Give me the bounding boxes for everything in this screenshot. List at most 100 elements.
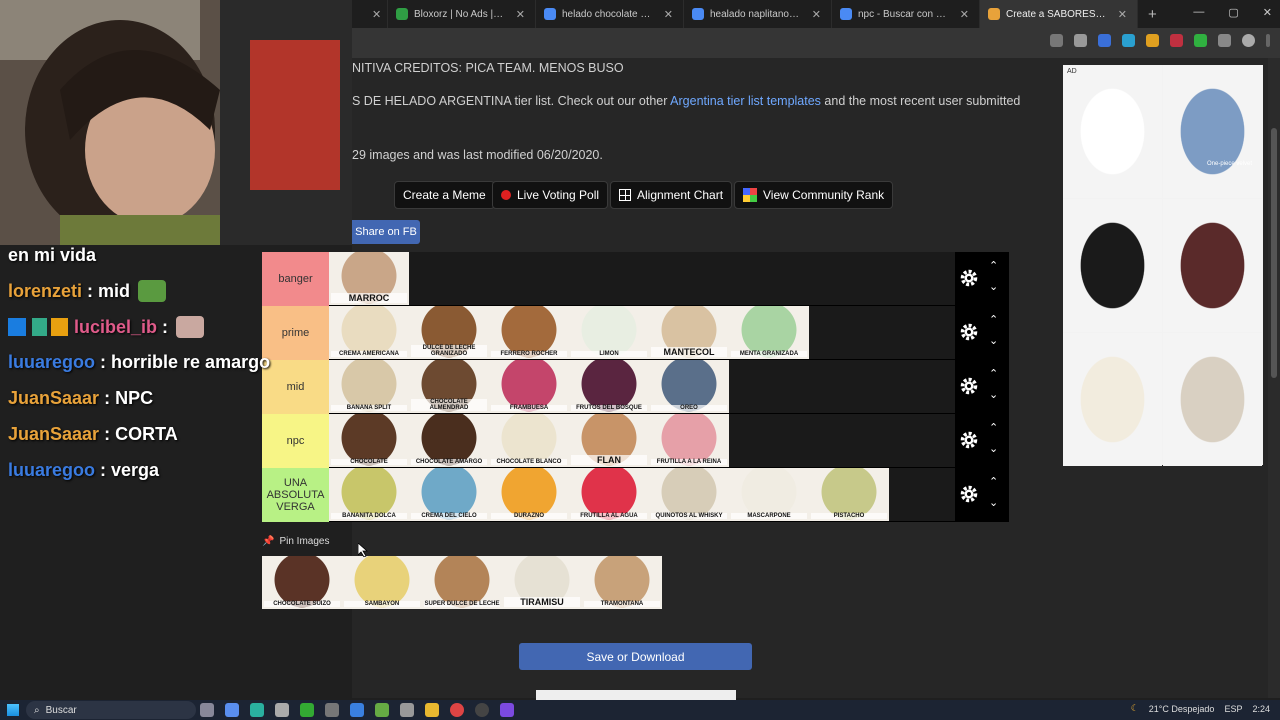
ice-cream-image[interactable]: MENTA GRANIZADA <box>729 306 809 359</box>
ice-cream-image[interactable]: QUINOTOS AL WHISKY <box>649 468 729 521</box>
menu-icon[interactable] <box>1266 34 1270 47</box>
maximize-button[interactable]: ▢ <box>1228 6 1238 19</box>
ice-cream-image[interactable]: FRAMBUESA <box>489 360 569 413</box>
extension-icon[interactable] <box>1122 34 1135 47</box>
ice-cream-image[interactable]: DULCE DE LECHE GRANIZADO <box>409 306 489 359</box>
app-icon[interactable] <box>350 703 364 717</box>
ice-cream-image[interactable]: CHOCOLATE AMARGO <box>409 414 489 467</box>
view-community-rank-button[interactable]: View Community Rank <box>734 181 894 209</box>
ice-cream-image[interactable]: FRUTOS DEL BOSQUE <box>569 360 649 413</box>
settings-gear-icon[interactable] <box>959 484 979 504</box>
app-icon[interactable] <box>275 703 289 717</box>
ice-cream-image[interactable]: CREMA DEL CIELO <box>409 468 489 521</box>
ice-cream-image[interactable]: FERRERO ROCHER <box>489 306 569 359</box>
bottom-ad-banner[interactable] <box>536 690 736 700</box>
tier-items[interactable]: MARROC <box>329 252 955 305</box>
tier-items[interactable]: CREMA AMERICANA DULCE DE LECHE GRANIZADO F… <box>329 306 955 359</box>
tier-label[interactable]: prime <box>262 306 329 360</box>
browser-tab[interactable]: npc - Buscar con Google ✕ <box>832 0 980 28</box>
tab-close-icon[interactable]: ✕ <box>1118 8 1127 21</box>
ice-cream-image[interactable]: CREMA AMERICANA <box>329 306 409 359</box>
tab-close-icon[interactable]: ✕ <box>664 8 673 21</box>
move-up-chevron-icon[interactable]: ⌃ <box>989 421 998 434</box>
ice-cream-image[interactable]: FRUTILLA A LA REINA <box>649 414 729 467</box>
alignment-chart-button[interactable]: Alignment Chart <box>610 181 733 209</box>
translate-icon[interactable] <box>1050 34 1063 47</box>
share-on-fb-button[interactable]: Share on FB <box>352 220 420 244</box>
ice-cream-image[interactable]: CHOCOLATE <box>329 414 409 467</box>
chrome-icon[interactable] <box>450 703 464 717</box>
tier-items[interactable]: BANANITA DOLCA CREMA DEL CIELO DURAZNO FRUT… <box>329 468 955 521</box>
weather-text[interactable]: 21°C Despejado <box>1149 704 1215 714</box>
tier-label[interactable]: npc <box>262 414 329 468</box>
extensions-puzzle-icon[interactable] <box>1218 34 1231 47</box>
extension-icon[interactable] <box>1170 34 1183 47</box>
tab-close-icon[interactable]: ✕ <box>372 8 381 21</box>
settings-gear-icon[interactable] <box>959 322 979 342</box>
sweater-ad-image[interactable] <box>1063 199 1162 332</box>
live-voting-poll-button[interactable]: Live Voting Poll <box>492 181 609 209</box>
tier-label[interactable]: UNA ABSOLUTA VERGA <box>262 468 329 522</box>
file-explorer-icon[interactable] <box>425 703 439 717</box>
browser-tab[interactable]: helado chocolate con avella ✕ <box>536 0 684 28</box>
twitch-icon[interactable] <box>500 703 514 717</box>
settings-gear-icon[interactable] <box>959 268 979 288</box>
close-window-button[interactable]: ✕ <box>1263 6 1272 19</box>
move-up-chevron-icon[interactable]: ⌃ <box>989 259 998 272</box>
ice-cream-image[interactable]: BANANITA DOLCA <box>329 468 409 521</box>
ice-cream-image[interactable]: MARROC <box>329 252 409 305</box>
tier-label[interactable]: mid <box>262 360 329 414</box>
sweater-ad-image[interactable]: AD <box>1063 65 1162 198</box>
edge-icon[interactable] <box>250 703 264 717</box>
ice-cream-image[interactable]: OREO <box>649 360 729 413</box>
move-down-chevron-icon[interactable]: ⌄ <box>989 496 998 509</box>
move-down-chevron-icon[interactable]: ⌄ <box>989 334 998 347</box>
tier-label[interactable]: banger <box>262 252 329 306</box>
ice-cream-image[interactable]: MANTECOL <box>649 306 729 359</box>
ice-cream-image[interactable]: FRUTILLA AL AGUA <box>569 468 649 521</box>
settings-gear-icon[interactable] <box>959 430 979 450</box>
task-view-icon[interactable] <box>200 703 214 717</box>
app-icon[interactable] <box>375 703 389 717</box>
move-up-chevron-icon[interactable]: ⌃ <box>989 475 998 488</box>
ice-cream-image[interactable]: SAMBAYON <box>342 556 422 609</box>
argentina-templates-link[interactable]: Argentina tier list templates <box>670 94 821 108</box>
ice-cream-image[interactable]: CHOCOLATE BLANCO <box>489 414 569 467</box>
tab-close-icon[interactable]: ✕ <box>960 8 969 21</box>
tab-close-icon[interactable]: ✕ <box>812 8 821 21</box>
app-icon[interactable] <box>225 703 239 717</box>
xbox-icon[interactable] <box>300 703 314 717</box>
language-indicator[interactable]: ESP <box>1224 704 1242 714</box>
move-down-chevron-icon[interactable]: ⌄ <box>989 280 998 293</box>
taskbar-search-box[interactable]: ⌕ Buscar <box>26 701 196 719</box>
sweater-ad-image[interactable]: One-piece velvet <box>1163 65 1262 198</box>
app-icon[interactable] <box>325 703 339 717</box>
browser-tab[interactable]: L✕ <box>352 0 388 28</box>
sweater-ad-image[interactable] <box>1063 333 1162 466</box>
ice-cream-image[interactable]: FLAN <box>569 414 649 467</box>
clock[interactable]: 2:24 <box>1252 704 1270 714</box>
obs-icon[interactable] <box>475 703 489 717</box>
scrollbar-thumb[interactable] <box>1271 128 1277 378</box>
extension-icon[interactable] <box>1098 34 1111 47</box>
tier-items[interactable]: CHOCOLATE CHOCOLATE AMARGO CHOCOLATE BLANC… <box>329 414 955 467</box>
ice-cream-image[interactable]: TRAMONTANA <box>582 556 662 609</box>
sweater-ad-image[interactable] <box>1163 199 1262 332</box>
app-icon[interactable] <box>400 703 414 717</box>
settings-gear-icon[interactable] <box>959 376 979 396</box>
browser-tab[interactable]: Create a SABORES DE HELAD ✕ <box>980 0 1138 28</box>
bookmark-star-icon[interactable] <box>1074 34 1087 47</box>
ice-cream-image[interactable]: CHOCOLATE ALMENDRAD <box>409 360 489 413</box>
extension-icon[interactable] <box>1194 34 1207 47</box>
new-tab-button[interactable]: + <box>1148 6 1157 23</box>
ice-cream-image[interactable]: PISTACHO <box>809 468 889 521</box>
ice-cream-image[interactable]: BANANA SPLIT <box>329 360 409 413</box>
create-meme-button[interactable]: Create a Meme <box>394 181 495 209</box>
sweater-ad-image[interactable] <box>1163 333 1262 466</box>
profile-avatar[interactable] <box>1242 34 1255 47</box>
page-scrollbar[interactable] <box>1268 58 1280 698</box>
ice-cream-image[interactable]: LIMON <box>569 306 649 359</box>
windows-start-icon[interactable] <box>7 704 19 716</box>
pin-images-toggle[interactable]: 📌 Pin Images <box>262 536 329 547</box>
ice-cream-image[interactable]: DURAZNO <box>489 468 569 521</box>
